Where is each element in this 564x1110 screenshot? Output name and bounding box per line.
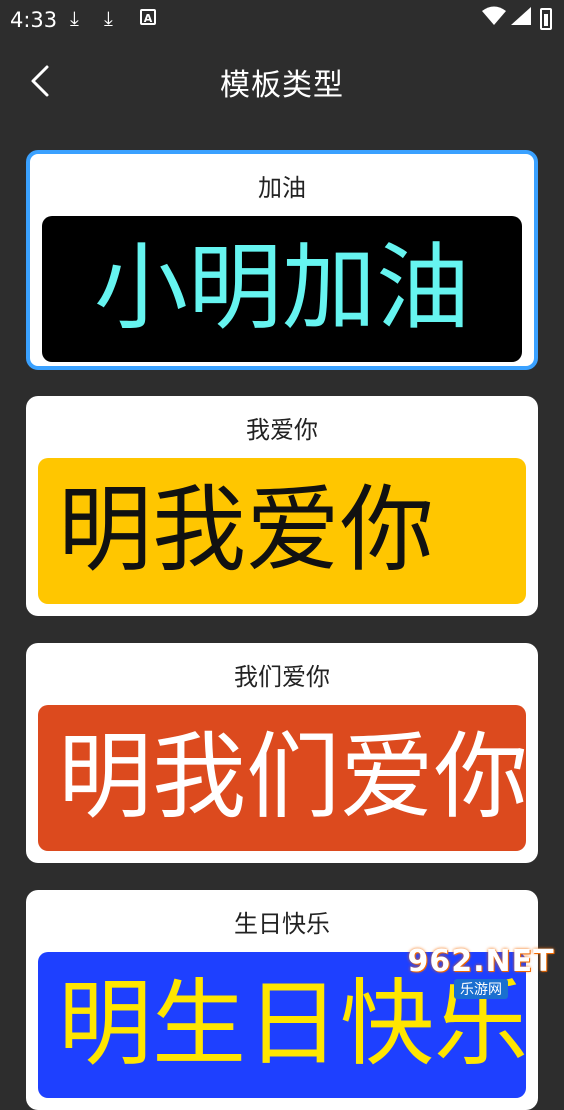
download-icon: ⤓ <box>104 6 113 30</box>
preview-text: 明我爱你 <box>58 476 435 585</box>
template-title: 我爱你 <box>246 416 318 444</box>
watermark-logo: 962.NET 乐游网 <box>407 944 554 999</box>
preview-text: 小明加油 <box>93 234 470 343</box>
preview-text: 明我们爱你 <box>58 723 526 832</box>
template-card-woaini[interactable]: 我爱你 明我爱你 <box>26 396 538 616</box>
template-title: 我们爱你 <box>234 663 330 691</box>
a-icon: A <box>140 9 156 25</box>
page-title: 模板类型 <box>220 68 344 103</box>
template-card-shengrikuaile[interactable]: 生日快乐 明生日快乐 <box>26 890 538 1110</box>
template-card-womenaini[interactable]: 我们爱你 明我们爱你 <box>26 643 538 863</box>
download-icon: ⤓ <box>70 6 79 30</box>
watermark-sub: 乐游网 <box>454 978 508 999</box>
status-time: 4:33 <box>10 8 58 32</box>
watermark-brand: 962.NET <box>407 943 555 979</box>
template-title: 加油 <box>258 174 306 202</box>
template-preview: 小明加油 <box>42 216 522 362</box>
template-preview: 明我爱你 <box>38 458 526 604</box>
wifi-icon <box>482 6 506 31</box>
template-title: 生日快乐 <box>234 910 330 938</box>
battery-icon <box>540 8 552 30</box>
status-bar: 4:33 ⤓ ⤓ A <box>0 0 564 40</box>
template-card-jiayou[interactable]: 加油 小明加油 <box>26 150 538 370</box>
template-preview: 明我们爱你 <box>38 705 526 851</box>
app-header: 模板类型 <box>0 40 564 124</box>
signal-icon <box>510 6 532 31</box>
